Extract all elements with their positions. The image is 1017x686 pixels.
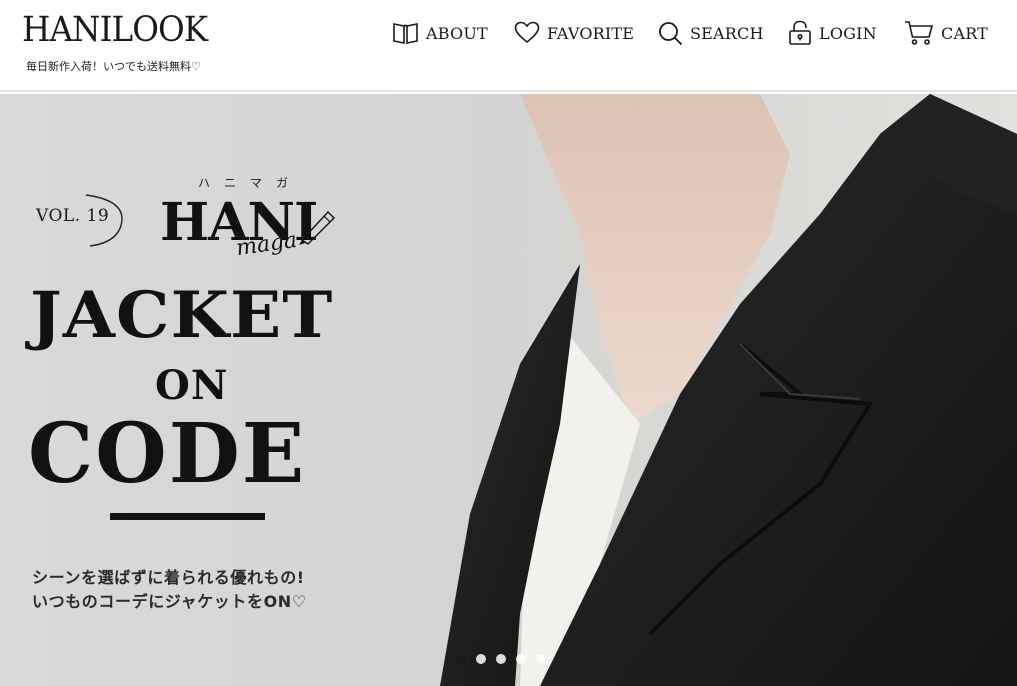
- pen-icon: [299, 210, 335, 245]
- lock-icon: [789, 20, 811, 45]
- tagline: 毎日新作入荷！いつでも送料無料♡: [26, 60, 201, 73]
- nav-search[interactable]: SEARCH: [658, 18, 764, 48]
- nav-favorite[interactable]: FAVORITE: [514, 18, 634, 48]
- magazine-kana: ハニマガ: [198, 176, 303, 190]
- nav-cart-label: CART: [941, 23, 989, 43]
- site-logo[interactable]: HANILOOK: [22, 10, 208, 50]
- carousel-dot[interactable]: [456, 654, 466, 664]
- nav-about[interactable]: ABOUT: [392, 18, 488, 48]
- nav-cart[interactable]: CART: [904, 18, 988, 48]
- volume-arc-icon: [85, 194, 123, 247]
- nav-about-label: ABOUT: [426, 23, 488, 43]
- nav-search-label: SEARCH: [690, 23, 764, 43]
- book-icon: [393, 23, 418, 44]
- headline-underline: [110, 513, 265, 520]
- hero-subtitle-line-1: シーンを選ばずに着られる優れもの!: [32, 568, 305, 587]
- hero-subtitle: シーンを選ばずに着られる優れもの! いつものコーデにジャケットをON♡: [32, 566, 307, 614]
- carousel-dots: [456, 654, 546, 664]
- heart-icon: [514, 21, 540, 44]
- headline-on: ON: [155, 362, 229, 409]
- hero-banner[interactable]: VOL. 19 ハニマガ HANI maga JACKET ON CODE シー…: [0, 94, 1017, 686]
- nav-login[interactable]: LOGIN: [788, 18, 877, 48]
- carousel-dot[interactable]: [476, 654, 486, 664]
- headline-jacket: JACKET: [30, 278, 334, 353]
- headline-code: CODE: [28, 406, 307, 502]
- search-icon: [659, 21, 683, 45]
- carousel-dot[interactable]: [536, 654, 546, 664]
- carousel-dot[interactable]: [516, 654, 526, 664]
- site-header: HANILOOK 毎日新作入荷！いつでも送料無料♡ ABOUT FAVORITE…: [0, 0, 1017, 92]
- nav-favorite-label: FAVORITE: [547, 23, 635, 43]
- cart-icon: [905, 21, 934, 45]
- hero-subtitle-line-2: いつものコーデにジャケットをON♡: [32, 592, 307, 611]
- nav-login-label: LOGIN: [819, 23, 877, 43]
- carousel-dot[interactable]: [496, 654, 506, 664]
